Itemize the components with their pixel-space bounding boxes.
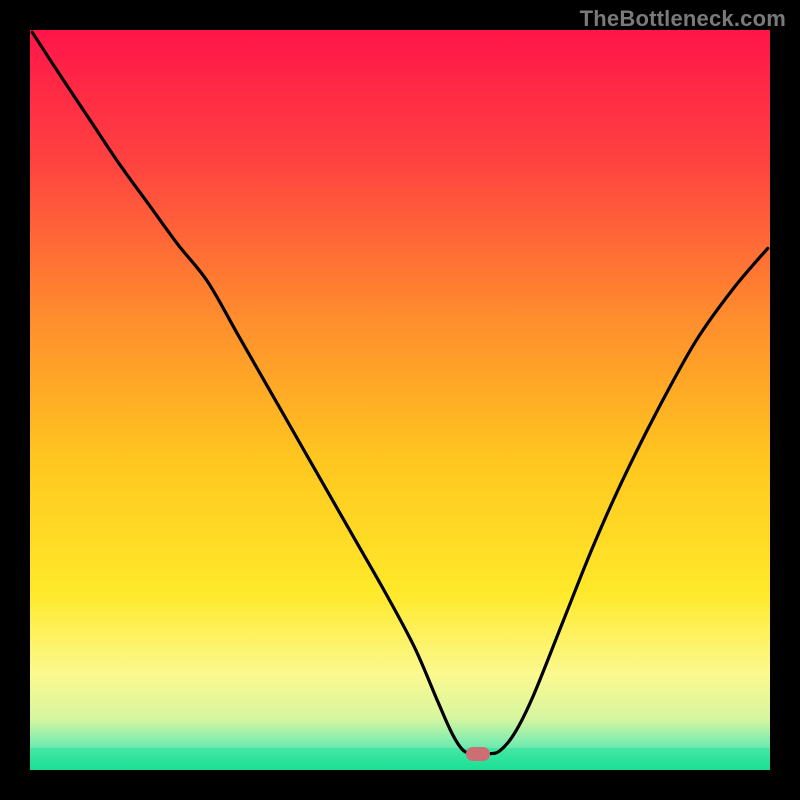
optimum-marker bbox=[466, 747, 490, 761]
bottleneck-curve bbox=[30, 30, 770, 770]
chart-container: TheBottleneck.com bbox=[0, 0, 800, 800]
watermark-text: TheBottleneck.com bbox=[580, 6, 786, 32]
plot-area bbox=[30, 30, 770, 770]
curve-path bbox=[32, 32, 768, 754]
